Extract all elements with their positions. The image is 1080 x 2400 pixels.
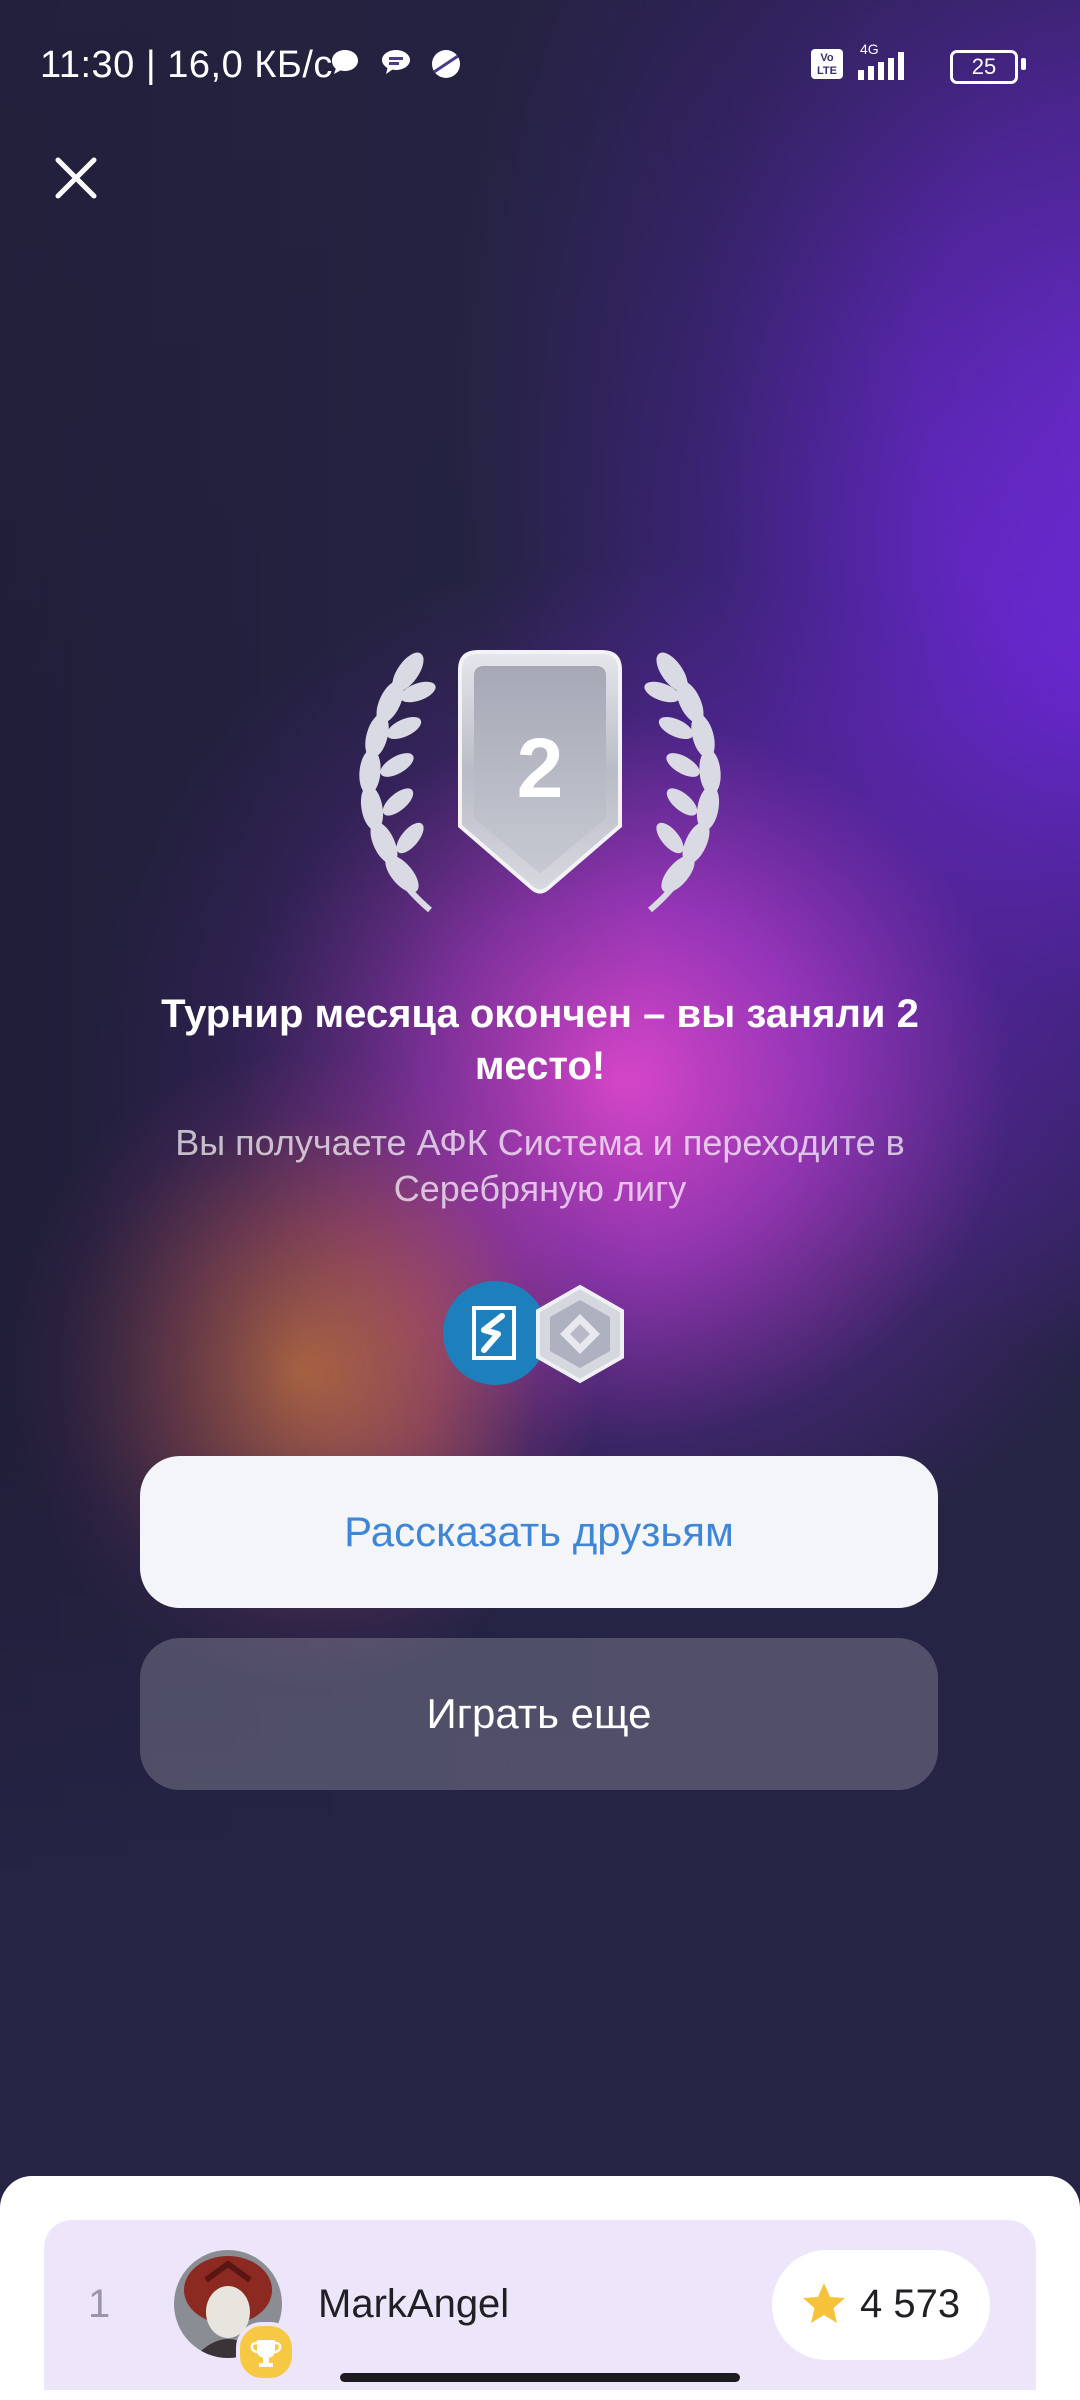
status-bar: 11:30 | 16,0 КБ/с Vo LTE 4G 25 [0, 0, 1080, 130]
status-indicators: Vo LTE 4G 25 [810, 40, 1030, 90]
trophy-icon [236, 2322, 296, 2382]
chat-bubble-icon [332, 50, 358, 74]
share-with-friends-button[interactable]: Рассказать друзьям [140, 1456, 938, 1608]
status-time-speed: 11:30 | 16,0 КБ/с [40, 44, 333, 86]
leaderboard-sheet[interactable]: 1 MarkAngel 4 573 [0, 2176, 1080, 2400]
tournament-result-screen: 11:30 | 16,0 КБ/с Vo LTE 4G 25 2 Турнир … [0, 0, 1080, 2400]
signal-4g-icon: 4G [858, 41, 904, 80]
leaderboard-rank: 1 [88, 2282, 111, 2326]
battery-icon: 25 [950, 50, 1018, 84]
leaderboard-row[interactable]: 1 MarkAngel 4 573 [44, 2220, 1036, 2390]
score-pill: 4 573 [772, 2250, 990, 2360]
svg-text:Vo: Vo [820, 52, 834, 64]
home-indicator[interactable] [340, 2373, 740, 2382]
result-title: Турнир месяца окончен – вы заняли 2 мест… [161, 992, 919, 1088]
place-badge: 2 [320, 640, 760, 920]
result-subtitle: Вы получаете АФК Система и переходите в … [175, 1122, 905, 1209]
star-icon [803, 2283, 845, 2323]
volte-icon: Vo LTE [811, 49, 843, 79]
svg-text:4G: 4G [860, 41, 879, 57]
planet-icon [432, 50, 460, 78]
close-icon[interactable] [46, 148, 106, 208]
play-again-button[interactable]: Играть еще [140, 1638, 938, 1790]
trophy-glyph [250, 2340, 282, 2367]
battery-nub [1021, 58, 1026, 70]
svg-text:LTE: LTE [817, 65, 837, 77]
message-icon [382, 50, 410, 74]
reward-icons [440, 1278, 640, 1388]
player-name: MarkAngel [318, 2282, 510, 2326]
score-value: 4 573 [860, 2282, 961, 2326]
silver-league-icon [536, 1284, 624, 1384]
place-number: 2 [516, 721, 564, 815]
